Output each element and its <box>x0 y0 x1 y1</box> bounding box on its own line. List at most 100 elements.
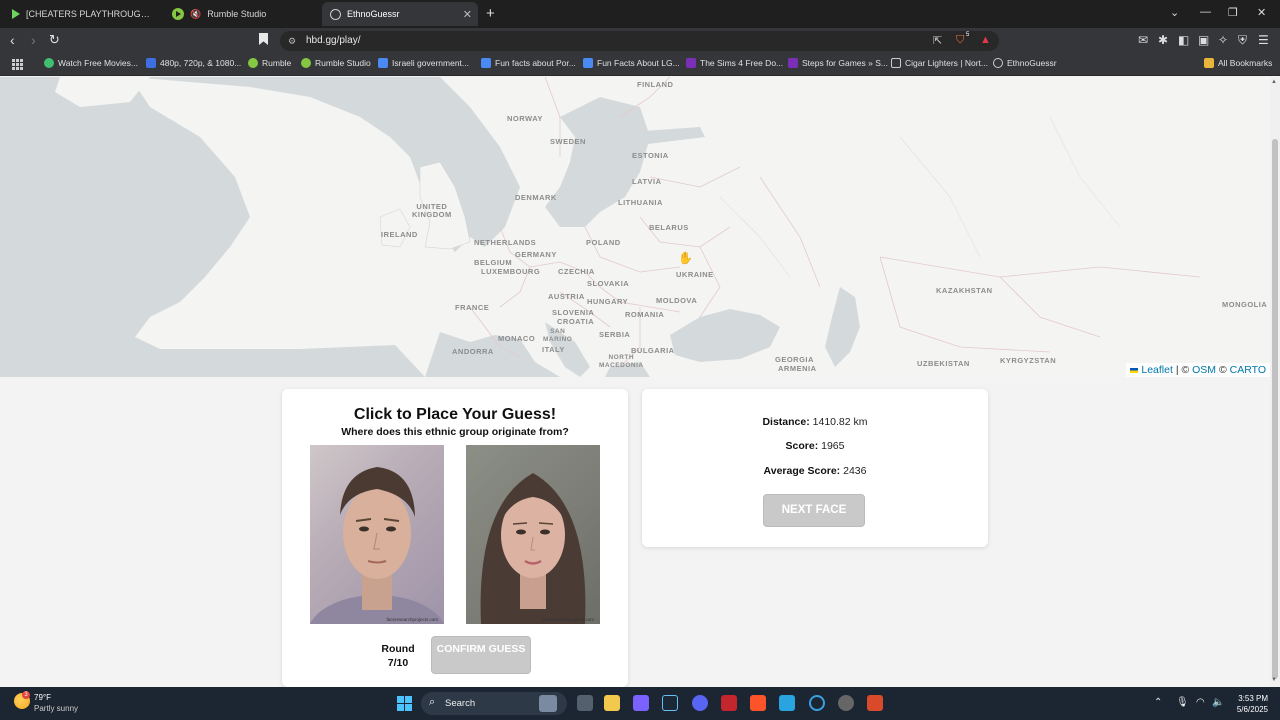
system-clock[interactable]: 3:53 PM 5/6/2025 <box>1230 693 1268 715</box>
map-label: BELGIUM <box>474 258 513 267</box>
sidebar-icon[interactable]: ◧ <box>1178 33 1189 47</box>
ireland <box>379 208 411 248</box>
osm-link[interactable]: OSM <box>1192 364 1216 376</box>
scroll-thumb[interactable] <box>1272 139 1278 679</box>
photos-icon[interactable] <box>779 695 795 711</box>
wallet-card-icon[interactable]: ▣ <box>1198 33 1209 47</box>
distance-value: 1410.82 km <box>812 416 868 428</box>
bookmark-israeli-government[interactable]: Israeli government... <box>378 58 469 68</box>
map-label: UNITED KINGDOM <box>412 202 452 219</box>
mcafee-icon[interactable] <box>721 695 737 711</box>
distance-stat: Distance: 1410.82 km <box>762 416 868 428</box>
leo-ai-icon[interactable]: ✧ <box>1218 33 1228 47</box>
score-stat: Score: 1965 <box>785 440 845 452</box>
map-label: IRELAND <box>381 230 418 239</box>
new-tab-icon[interactable]: + <box>486 5 495 22</box>
bookmark-steps-for-games[interactable]: Steps for Games » S... <box>788 58 888 68</box>
docs-icon <box>378 58 388 68</box>
results-panel: Distance: 1410.82 km Score: 1965 Average… <box>642 389 988 547</box>
back-icon[interactable]: ‹ <box>10 32 15 48</box>
map-label: POLAND <box>586 238 621 247</box>
site-icon <box>788 58 798 68</box>
next-face-button[interactable]: NEXT FACE <box>763 494 865 527</box>
discord-icon[interactable] <box>692 695 708 711</box>
map-label: SAN MARINO <box>543 328 573 343</box>
weather-desc: Partly sunny <box>34 704 79 713</box>
brave-rewards-icon[interactable]: ▲ <box>980 34 991 46</box>
docs-icon <box>583 58 593 68</box>
tab-ethnoguessr[interactable]: EthnoGuessr ✕ <box>322 2 478 26</box>
tab-rumble-studio[interactable]: 🔇 Rumble Studio <box>164 2 320 26</box>
address-bar[interactable]: ⚙ hbd.gg/play/ ⇱ ⛉ 5 ▲ <box>280 31 999 51</box>
windows-taskbar: 3 79°F Partly sunny ⌕ Search ⌃ 🎙 ◠ 🔈 3:5… <box>0 687 1280 720</box>
vpn-icon[interactable]: ⛨ <box>1238 33 1247 48</box>
map-label: MOLDOVA <box>656 296 698 305</box>
taskbar-search[interactable]: ⌕ Search <box>421 692 567 715</box>
microphone-icon[interactable]: 🎙 <box>1176 697 1189 708</box>
bookmark-rumble-studio[interactable]: Rumble Studio <box>301 58 371 68</box>
tab-title: Rumble Studio <box>207 9 267 19</box>
map-label: NORWAY <box>507 114 543 123</box>
video-icon <box>146 58 156 68</box>
scroll-down-icon[interactable]: ▼ <box>1271 677 1277 683</box>
female-face: faceresearchprojects.com <box>466 445 600 624</box>
scroll-up-icon[interactable]: ▲ <box>1271 79 1277 85</box>
carto-link[interactable]: CARTO <box>1230 364 1266 376</box>
map-label: CZECHIA <box>558 267 595 276</box>
page-scrollbar[interactable]: ▲ ▼ <box>1270 77 1280 687</box>
task-view-icon[interactable] <box>577 695 593 711</box>
bookmark-480p[interactable]: 480p, 720p, & 1080... <box>146 58 241 68</box>
bookmark-fun-facts-por[interactable]: Fun facts about Por... <box>481 58 576 68</box>
apps-grid-icon[interactable] <box>12 59 23 70</box>
volume-icon[interactable]: 🔈 <box>1212 697 1224 708</box>
bookmark-sims4[interactable]: The Sims 4 Free Do... <box>686 58 783 68</box>
minimize-icon[interactable]: — <box>1200 6 1211 18</box>
obs-icon[interactable] <box>838 695 854 711</box>
share-icon[interactable]: ⇱ <box>933 34 942 47</box>
reload-icon[interactable]: ↻ <box>49 32 60 48</box>
guess-map[interactable]: FINLAND NORWAY SWEDEN ESTONIA LATVIA DEN… <box>0 77 1270 377</box>
shield-badge: 5 <box>966 32 970 38</box>
edge-icon[interactable] <box>809 695 825 711</box>
map-label: SWEDEN <box>550 137 586 146</box>
extensions-icon[interactable]: ✱ <box>1158 33 1168 47</box>
site-info-icon[interactable]: ⚙ <box>288 36 296 47</box>
forward-icon[interactable]: › <box>31 32 36 48</box>
wifi-icon[interactable]: ◠ <box>1196 697 1205 708</box>
globe-icon <box>993 58 1003 68</box>
close-tab-icon[interactable]: ✕ <box>463 8 472 21</box>
bookmark-fun-facts-lg[interactable]: Fun Facts About LG... <box>583 58 680 68</box>
twitch-icon[interactable] <box>633 695 649 711</box>
bookmark-watch-free-movies[interactable]: Watch Free Movies... <box>44 58 138 68</box>
maximize-icon[interactable]: ❐ <box>1228 6 1238 19</box>
leaflet-link[interactable]: Leaflet <box>1141 364 1173 376</box>
map-attribution: Leaflet | © OSM © CARTO <box>1126 363 1270 377</box>
steam-icon[interactable] <box>662 695 678 711</box>
atlantic-ocean <box>0 77 425 377</box>
male-face: faceresearchprojects.com <box>310 445 444 624</box>
tray-chevron-icon[interactable]: ⌃ <box>1154 697 1162 708</box>
globe-icon <box>330 8 341 20</box>
map-label: LITHUANIA <box>618 198 663 207</box>
tab-search-chevron-icon[interactable]: ⌄ <box>1170 6 1179 19</box>
bookmark-ethnoguessr[interactable]: EthnoGuessr <box>993 58 1057 68</box>
bookmark-rumble[interactable]: Rumble <box>248 58 291 68</box>
brave-browser-icon[interactable] <box>750 695 766 711</box>
app-icon[interactable] <box>867 695 883 711</box>
file-explorer-icon[interactable] <box>604 695 620 711</box>
tab-cheaters-playthrough[interactable]: [CHEATERS PLAYTHROUGH] OBLIVI <box>4 2 162 26</box>
menu-icon[interactable]: ☰ <box>1258 33 1269 47</box>
all-bookmarks-button[interactable]: All Bookmarks <box>1204 58 1272 68</box>
close-window-icon[interactable]: ✕ <box>1257 6 1266 19</box>
rumble-icon <box>248 58 258 68</box>
map-label: LATVIA <box>632 177 662 186</box>
confirm-guess-button[interactable]: CONFIRM GUESS <box>431 636 531 674</box>
bookmark-cigar-lighters[interactable]: Cigar Lighters | Nort... <box>891 58 988 68</box>
wallet-icon[interactable]: ✉ <box>1138 33 1148 47</box>
windows-start-icon[interactable] <box>397 696 412 711</box>
bookmark-icon[interactable] <box>259 33 268 45</box>
brave-shields-icon[interactable]: ⛉ <box>956 34 964 47</box>
map-label: FRANCE <box>455 303 490 312</box>
guess-title: Click to Place Your Guess! <box>353 406 557 423</box>
play-circle-icon <box>44 58 54 68</box>
